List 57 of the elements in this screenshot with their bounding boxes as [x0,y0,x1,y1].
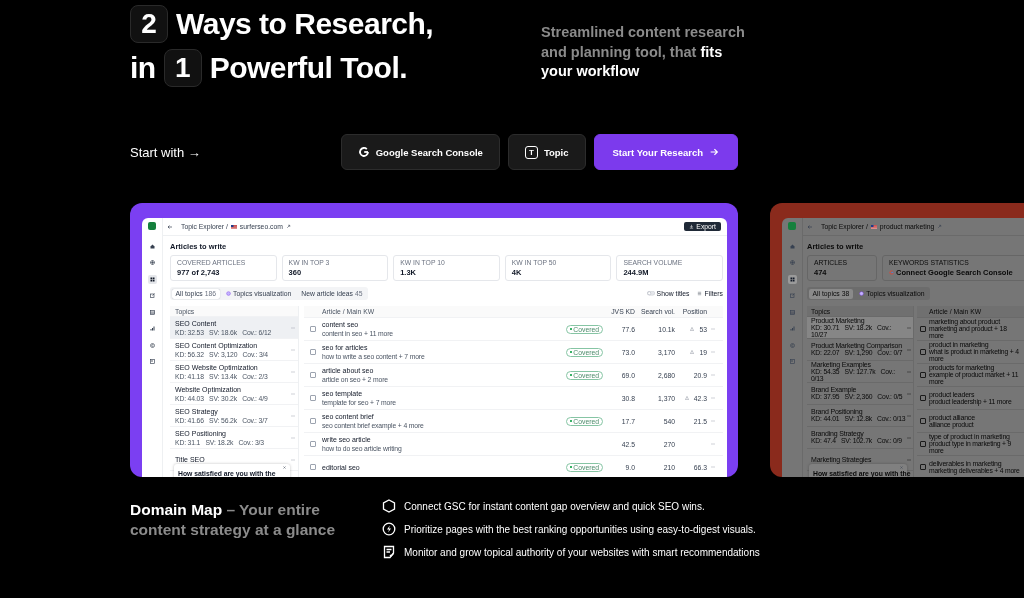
checkbox[interactable] [310,441,316,447]
download-icon [689,224,695,229]
copyright-icon[interactable] [787,340,797,350]
logo-icon [788,222,796,230]
heading-text: Powerful Tool. [209,51,408,85]
external-link-icon[interactable] [285,224,291,229]
checkbox[interactable] [310,326,316,332]
heading-text: in [130,51,156,85]
checkbox[interactable] [920,395,926,401]
google-icon [889,270,894,275]
back-arrow-icon[interactable] [167,223,173,230]
grid-icon[interactable] [147,274,157,284]
checkbox[interactable] [310,372,316,378]
checkbox[interactable] [310,395,316,401]
external-link-icon[interactable] [937,224,943,229]
table-icon[interactable] [147,307,157,317]
checkbox[interactable] [310,418,316,424]
number-badge: 2 [130,5,168,43]
document-icon [382,545,396,559]
checkbox[interactable] [920,372,926,378]
copyright-icon[interactable] [147,340,157,350]
close-icon[interactable] [283,466,286,469]
feature-title: Domain Map – Your entire content strategy at a glance [130,500,336,540]
globe-icon[interactable] [787,258,797,267]
start-label: Start with → [130,144,201,160]
grid-icon[interactable] [787,274,797,284]
number-badge: 1 [163,49,202,87]
flag-icon [870,224,877,229]
checkbox[interactable] [920,418,926,424]
logo-icon [148,222,156,230]
edit-icon[interactable] [787,291,797,300]
edit-icon[interactable] [147,291,157,300]
bubble-icon [226,291,232,296]
globe-icon[interactable] [147,258,157,267]
checkbox[interactable] [310,349,316,355]
image-icon[interactable] [787,357,797,366]
checkbox[interactable] [920,326,926,332]
flag-icon [230,224,237,229]
checkbox[interactable] [920,464,926,470]
hexagon-icon [382,499,396,513]
feature-point: Prioritize pages with the best ranking opportunities using easy-to-digest visuals. [404,523,756,535]
start-research-button[interactable]: Start Your Research [593,134,738,170]
topic-button[interactable]: T Topic [507,134,586,170]
google-icon [357,146,370,158]
google-search-console-button[interactable]: Google Search Console [340,134,500,170]
t-icon: T [524,145,538,159]
heading-text: Ways to Research, [176,7,434,41]
bolt-icon [382,522,396,536]
feature-point: Monitor and grow topical authority of your websites with smart recommendations [404,546,760,558]
feature-point: Connect GSC for instant content gap overview and quick SEO wins. [404,500,705,512]
checkbox[interactable] [920,441,926,447]
arrow-right-icon [709,147,719,157]
image-icon[interactable] [147,357,157,366]
checkbox[interactable] [310,464,316,470]
tagline: Streamlined content research and planning tool, that fits your workflow [541,23,745,81]
bubble-icon [859,291,865,296]
checkbox[interactable] [920,349,926,355]
